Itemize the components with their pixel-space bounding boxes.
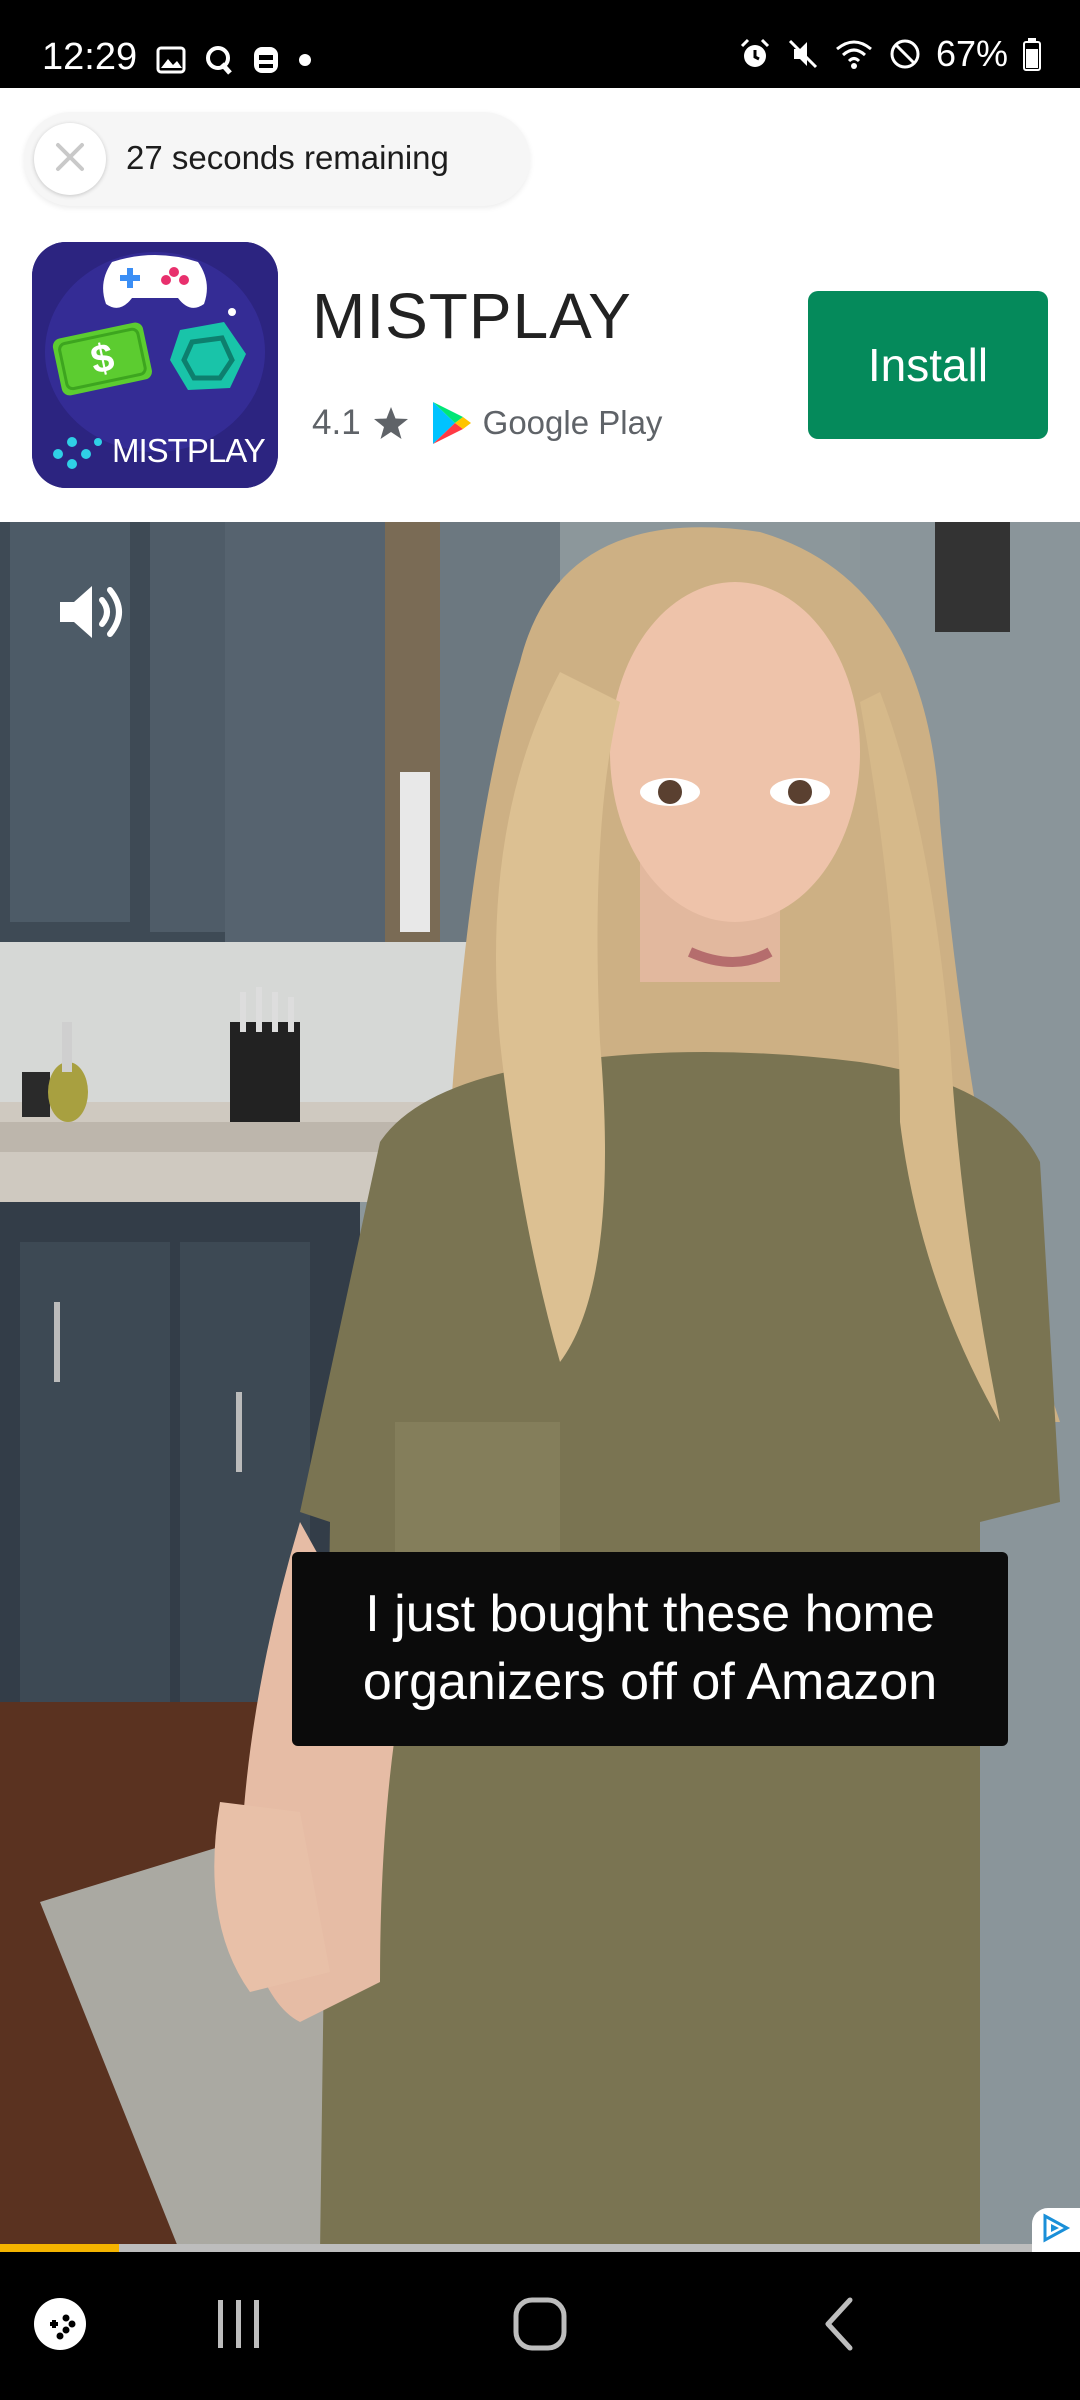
- recents-button[interactable]: [198, 2252, 278, 2400]
- store-name: Google Play: [482, 404, 663, 441]
- install-button[interactable]: Install: [808, 291, 1048, 439]
- navigation-bar: [0, 2252, 1080, 2400]
- close-icon: [53, 140, 87, 179]
- video-caption: I just bought these home organizers off …: [292, 1552, 1008, 1746]
- app-name[interactable]: MISTPLAY: [312, 284, 632, 348]
- game-launcher-icon: [32, 2296, 88, 2357]
- notification-icons: [156, 44, 312, 76]
- video-progress-fill: [0, 2244, 119, 2252]
- video-progress-bar: [0, 2244, 1080, 2252]
- dot-icon: [298, 53, 312, 67]
- q-icon: [204, 44, 234, 76]
- sound-toggle-button[interactable]: [56, 580, 126, 644]
- adchoices-icon: [1041, 2212, 1071, 2248]
- game-launcher-button[interactable]: [24, 2252, 96, 2400]
- system-icons: 67%: [738, 36, 1042, 72]
- video-player[interactable]: I just bought these home organizers off …: [0, 522, 1080, 2252]
- adchoices-button[interactable]: [1032, 2208, 1080, 2252]
- rating-row: 4.1 Google Play: [312, 400, 662, 446]
- wifi-icon: [834, 37, 874, 71]
- status-time: 12:29: [42, 36, 138, 78]
- mute-icon: [786, 37, 820, 71]
- back-icon: [820, 2296, 860, 2357]
- home-button[interactable]: [500, 2252, 580, 2400]
- rating-value: 4.1: [312, 403, 361, 442]
- gallery-icon: [156, 46, 186, 74]
- battery-percent: 67%: [935, 33, 1008, 74]
- ad-timer-pill: 27 seconds remaining: [24, 112, 530, 206]
- app-icon-label: MISTPLAY: [112, 432, 266, 469]
- no-disturb-icon: [888, 37, 922, 71]
- back-button[interactable]: [800, 2252, 880, 2400]
- star-icon: [373, 406, 409, 440]
- app-icon[interactable]: $ MISTPLAY: [32, 242, 278, 488]
- recents-icon: [212, 2298, 264, 2355]
- video-frame-image: [0, 522, 1080, 2252]
- battery-icon: [1022, 37, 1042, 71]
- ad-header: 27 seconds remaining $ MISTPLAY MISTPLAY: [0, 88, 1080, 522]
- status-bar: 12:29 67%: [0, 0, 1080, 88]
- ad-timer-text: 27 seconds remaining: [126, 139, 449, 176]
- close-ad-button[interactable]: [34, 123, 106, 195]
- app-notification-icon: [252, 45, 280, 75]
- alarm-icon: [738, 37, 772, 71]
- google-play-icon: [431, 400, 473, 446]
- home-icon: [512, 2296, 568, 2357]
- volume-icon: [56, 586, 126, 648]
